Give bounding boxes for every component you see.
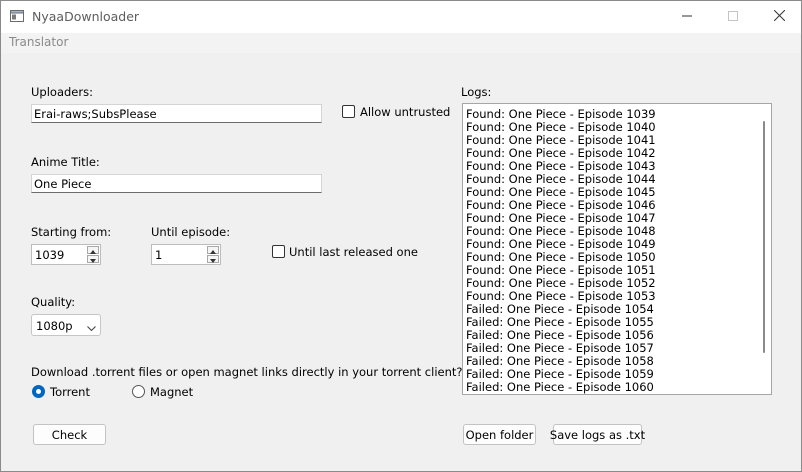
log-lines-container: Found: One Piece - Episode 1039 Found: On…: [466, 108, 756, 394]
allow-untrusted-checkbox[interactable]: [342, 105, 355, 118]
until-episode-spinbox[interactable]: 1: [151, 244, 221, 265]
quality-value: 1080p: [36, 319, 73, 333]
close-button[interactable]: [756, 1, 802, 33]
until-last-released-checkbox[interactable]: [272, 245, 285, 258]
menu-translator[interactable]: Translator: [9, 35, 68, 49]
starting-from-label: Starting from:: [31, 225, 112, 239]
minimize-icon: [682, 10, 692, 24]
open-folder-button[interactable]: Open folder: [463, 424, 536, 445]
app-window: NyaaDownloader Translator Uploaders: Era…: [0, 0, 802, 472]
logs-scrollbar[interactable]: [758, 105, 770, 393]
chevron-down-icon: [87, 321, 96, 335]
starting-from-spinbox[interactable]: 1039: [31, 244, 101, 265]
starting-from-value: 1039: [35, 248, 65, 262]
spin-down-icon: [210, 252, 216, 266]
window-title: NyaaDownloader: [32, 9, 140, 24]
uploaders-input[interactable]: Erai-raws;SubsPlease: [31, 104, 322, 123]
anime-title-input[interactable]: One Piece: [31, 174, 322, 193]
until-episode-down-button[interactable]: [207, 255, 219, 263]
torrent-radio-label[interactable]: Torrent: [50, 385, 90, 399]
main-content: Uploaders: Erai-raws;SubsPlease Allow un…: [1, 53, 801, 471]
uploaders-label: Uploaders:: [31, 85, 93, 99]
title-bar: NyaaDownloader: [1, 1, 801, 33]
quality-label: Quality:: [31, 295, 76, 309]
until-episode-value: 1: [155, 248, 163, 262]
log-line: Failed: One Piece - Episode 1060: [466, 380, 654, 394]
anime-title-label: Anime Title:: [31, 155, 100, 169]
check-button[interactable]: Check: [33, 424, 106, 445]
logs-list[interactable]: Found: One Piece - Episode 1039 Found: On…: [462, 103, 772, 395]
logs-scrollbar-thumb[interactable]: [763, 121, 765, 353]
save-logs-button[interactable]: Save logs as .txt: [550, 424, 645, 445]
close-icon: [773, 9, 785, 24]
menu-bar: Translator: [1, 33, 801, 53]
until-last-released-label[interactable]: Until last released one: [289, 245, 418, 259]
torrent-radio[interactable]: [32, 385, 45, 398]
magnet-radio[interactable]: [132, 385, 145, 398]
app-icon: [10, 9, 24, 23]
spin-down-icon: [90, 252, 96, 266]
allow-untrusted-label[interactable]: Allow untrusted: [360, 105, 450, 119]
magnet-radio-label[interactable]: Magnet: [150, 385, 193, 399]
download-mode-question: Download .torrent files or open magnet l…: [31, 365, 463, 379]
quality-dropdown[interactable]: 1080p: [31, 314, 101, 336]
logs-label: Logs:: [461, 85, 492, 99]
maximize-icon: [728, 10, 738, 24]
maximize-button[interactable]: [710, 1, 756, 33]
minimize-button[interactable]: [664, 1, 710, 33]
until-episode-label: Until episode:: [151, 225, 231, 239]
starting-from-down-button[interactable]: [87, 255, 99, 263]
